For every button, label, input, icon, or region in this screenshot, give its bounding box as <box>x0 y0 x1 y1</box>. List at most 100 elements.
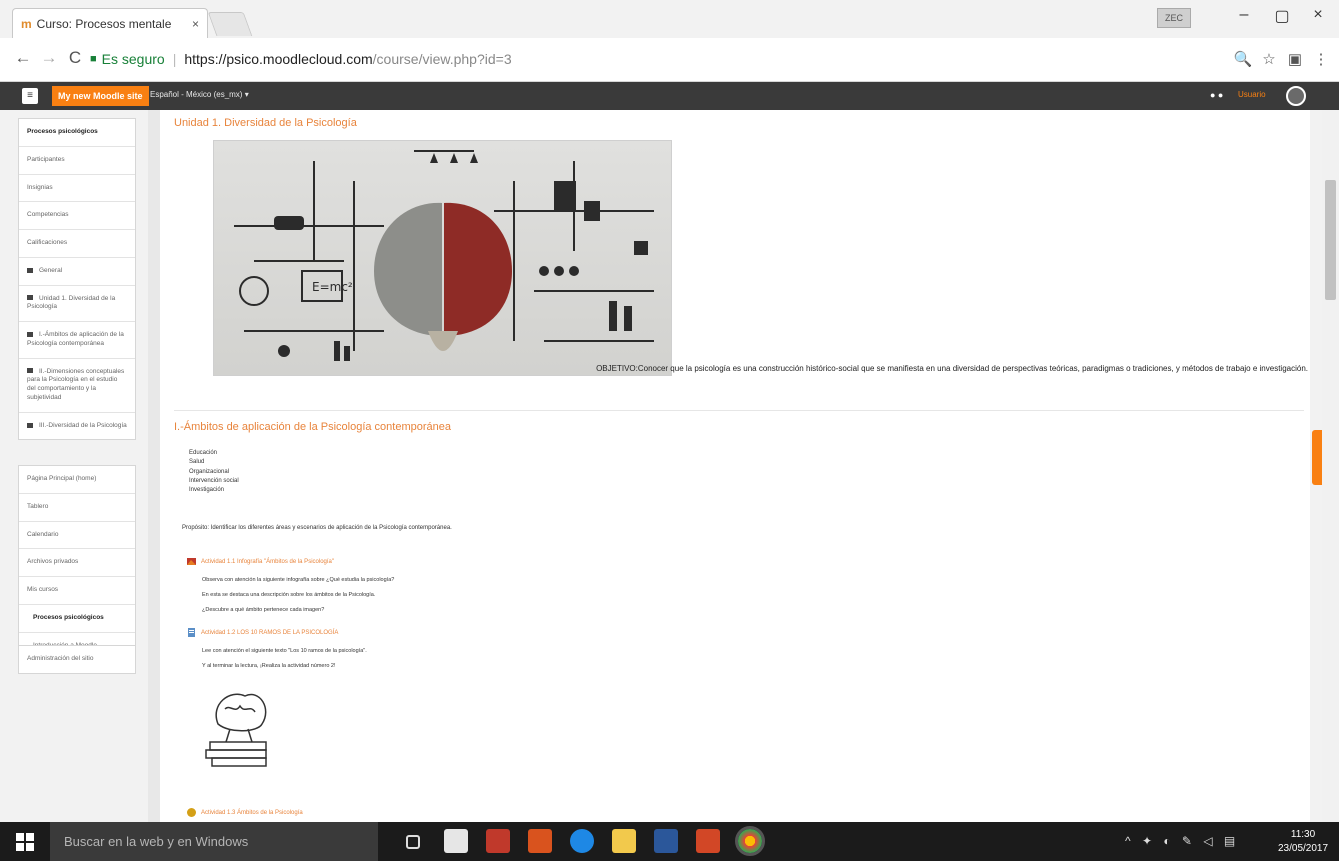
avatar[interactable] <box>1286 86 1306 106</box>
brain-infographic-image: E=mc² <box>213 140 672 376</box>
sidebar-item-label: Página Principal (home) <box>27 475 97 482</box>
sidebar-item[interactable]: Procesos psicológicos <box>19 605 135 633</box>
sidebar-item[interactable]: Participantes <box>19 147 135 175</box>
site-nav-block: Página Principal (home) Tablero Calendario… <box>18 465 136 661</box>
sidebar-item[interactable]: II.-Dimensiones conceptuales para la Psi… <box>19 359 135 413</box>
close-window-button[interactable]: × <box>1298 6 1338 24</box>
chrome-menu-icon[interactable]: ⋮ <box>1310 50 1332 68</box>
bookmark-star-icon[interactable]: ☆ <box>1258 50 1280 68</box>
user-name[interactable]: Usuario <box>1238 90 1266 99</box>
url-host: https://psico.moodlecloud.com <box>184 51 373 67</box>
activity-2-line: Y al terminar la lectura, ¡Realiza la ac… <box>202 663 336 669</box>
activity-1-line: En esta se destaca una descripción sobre… <box>202 592 376 598</box>
language-menu[interactable]: Español - México (es_mx) ▾ <box>150 90 249 99</box>
clock-date: 23/05/2017 <box>1278 843 1329 854</box>
activity-2-line: Lee con atención el siguiente texto "Los… <box>202 648 367 654</box>
sidebar-item[interactable]: Insignias <box>19 175 135 203</box>
tab-close-icon[interactable]: × <box>192 17 199 31</box>
extension-icon[interactable]: ▣ <box>1284 50 1306 68</box>
sidebar-item-label: Participantes <box>27 155 65 163</box>
sidebar-item[interactable]: I.-Ámbitos de aplicación de la Psicologí… <box>19 322 135 359</box>
browser-toolbar: ← → C ■ Es seguro | https://psico.moodle… <box>0 38 1339 82</box>
system-tray-icons[interactable]: ^ ✦ ◐ ✎ ◁ ▤ <box>1125 834 1239 848</box>
folder-icon <box>27 422 33 428</box>
activity-3-title: Actividad 1.3 Ámbitos de la Psicología <box>201 809 303 816</box>
svg-text:E=mc²: E=mc² <box>312 280 353 294</box>
activity-link-3[interactable]: Actividad 1.3 Ámbitos de la Psicología <box>186 807 303 818</box>
sidebar-item-label: Unidad 1. Diversidad de la Psicología <box>27 294 116 311</box>
url-separator: | <box>172 51 177 67</box>
profile-chip[interactable]: ZEC <box>1157 8 1191 28</box>
back-button[interactable]: ← <box>12 48 34 68</box>
forward-button[interactable]: → <box>38 48 60 68</box>
sidebar-item[interactable]: Calificaciones <box>19 230 135 258</box>
sidebar-item[interactable]: Página Principal (home) <box>19 466 135 494</box>
zoom-icon[interactable]: 🔍 <box>1232 50 1254 68</box>
activity-1-title: Actividad 1.1 Infografía "Ámbitos de la … <box>201 558 334 565</box>
chrome-app-icon[interactable] <box>735 826 765 856</box>
sidebar-item-label: Calendario <box>27 530 59 538</box>
sidebar-item-label: III.-Diversidad de la Psicología <box>39 421 127 429</box>
sidebar-item[interactable]: Competencias <box>19 202 135 231</box>
drawer-toggle-icon[interactable]: ≡ <box>22 88 38 104</box>
section-heading: I.-Ámbitos de aplicación de la Psicologí… <box>174 421 451 433</box>
taskbar-search-input[interactable]: Buscar en la web y en Windows <box>50 822 378 861</box>
sidebar-item[interactable]: Mis cursos <box>19 577 135 605</box>
sidebar-item-label: I.-Ámbitos de aplicación de la Psicologí… <box>27 331 124 347</box>
moodle-favicon-icon: m <box>21 16 32 31</box>
file-explorer-icon[interactable] <box>612 829 636 853</box>
activity-link-1[interactable]: Actividad 1.1 Infografía "Ámbitos de la … <box>186 556 334 567</box>
sidebar-item-label: Tablero <box>27 502 49 510</box>
mail-app-icon[interactable] <box>486 829 510 853</box>
activity-link-2[interactable]: Actividad 1.2 LOS 10 RAMOS DE LA PSICOLO… <box>186 627 338 638</box>
powerpoint-app-icon[interactable] <box>696 829 720 853</box>
sidebar-item-label: Administración del sitio <box>27 655 94 662</box>
folder-icon <box>27 295 33 301</box>
task-view-icon[interactable] <box>406 835 420 849</box>
new-tab-button[interactable] <box>207 12 253 36</box>
sidebar-item[interactable]: Procesos psicológicos <box>19 119 135 147</box>
store-icon[interactable] <box>444 829 468 853</box>
url-path: /course/view.php?id=3 <box>372 51 512 67</box>
edge-browser-icon[interactable] <box>570 829 594 853</box>
sidebar-item[interactable]: III.-Diversidad de la Psicología <box>19 413 135 440</box>
sidebar-item-label: Procesos psicológicos <box>27 128 98 135</box>
taskbar-clock[interactable]: 11:30 23/05/2017 <box>1278 828 1328 856</box>
sidebar-item[interactable]: General <box>19 258 135 286</box>
sidebar-item[interactable]: Calendario <box>19 522 135 550</box>
restore-button[interactable]: ▢ <box>1262 6 1302 26</box>
page-scrollbar[interactable] <box>1322 110 1339 822</box>
sidebar-item-label: General <box>39 266 63 274</box>
nav-drawer: Procesos psicológicos Participantes Insign… <box>0 110 148 822</box>
sidebar-item[interactable]: Tablero <box>19 494 135 522</box>
reload-button[interactable]: C <box>64 48 86 68</box>
activity-icon <box>186 807 197 818</box>
area-item: Investigación <box>189 487 225 494</box>
minimize-button[interactable]: – <box>1224 6 1264 24</box>
site-brand[interactable]: My new Moodle site <box>52 86 149 106</box>
activity-2-title: Actividad 1.2 LOS 10 RAMOS DE LA PSICOLO… <box>201 629 339 636</box>
sidebar-item[interactable]: Archivos privados <box>19 549 135 578</box>
sidebar-item-label: Archivos privados <box>27 558 79 566</box>
activity-1-line: Observa con atención la siguiente infogr… <box>202 577 395 583</box>
scrollbar-thumb[interactable] <box>1325 180 1336 300</box>
address-bar[interactable]: ■ Es seguro | https://psico.moodlecloud.… <box>90 45 1210 73</box>
sidebar-item-label: Mis cursos <box>27 586 59 594</box>
activity-icon <box>186 556 197 567</box>
sidebar-item[interactable]: Unidad 1. Diversidad de la Psicología <box>19 286 135 323</box>
activity-1-line: ¿Descubre a qué ámbito pertenece cada im… <box>202 607 325 613</box>
document-icon <box>186 627 197 638</box>
moodle-navbar: ≡ My new Moodle site Español - México (e… <box>0 82 1339 110</box>
notification-icons[interactable]: ● ● <box>1210 90 1223 100</box>
folder-icon <box>27 267 33 273</box>
office-app-icon[interactable] <box>528 829 552 853</box>
secure-label: Es seguro <box>101 51 165 67</box>
clock-time: 11:30 <box>1290 829 1316 840</box>
purpose-text: Propósito: Identificar los diferentes ár… <box>182 525 452 531</box>
word-app-icon[interactable] <box>654 829 678 853</box>
windows-start-icon[interactable] <box>16 833 34 851</box>
sidebar-item[interactable]: Administración del sitio <box>19 646 135 673</box>
objective-text: OBJETIVO:Conocer que la psicología es un… <box>596 364 1308 373</box>
sidebar-item-label: Insignias <box>27 183 53 191</box>
browser-tab[interactable]: m Curso: Procesos mentale × <box>12 8 208 38</box>
